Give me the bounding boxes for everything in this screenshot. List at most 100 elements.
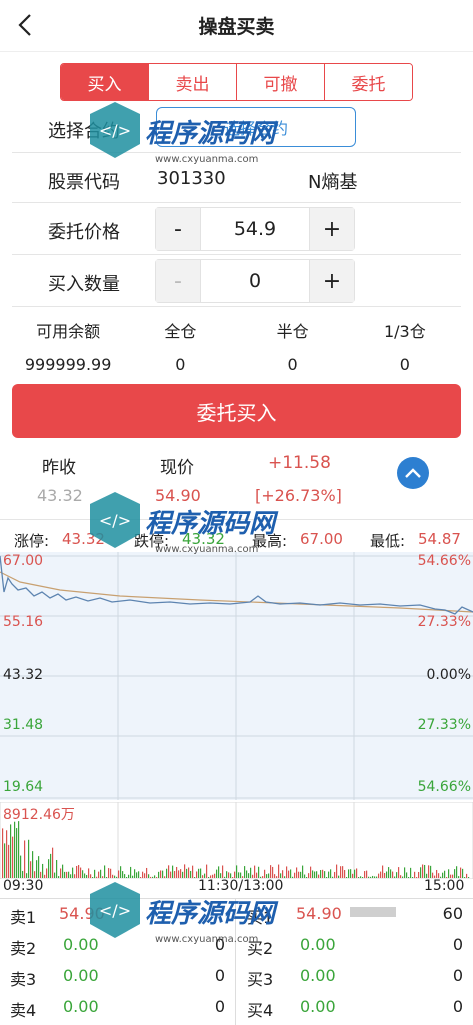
time-end: 15:00	[424, 878, 465, 894]
order-book: 卖1 54.90 卖2 0.00 0 卖3 0.00 0 卖4 0.00 0 买…	[0, 898, 473, 1025]
ask-qty: 0	[214, 935, 225, 954]
volume-bar	[282, 870, 284, 878]
volume-bar	[178, 870, 180, 878]
volume-bar	[336, 864, 338, 878]
submit-buy-button[interactable]: 委托买入	[12, 384, 461, 438]
quantity-input[interactable]: 0	[200, 260, 310, 302]
volume-bar	[436, 869, 438, 878]
third-position-value: 0	[399, 355, 410, 374]
volume-bar	[2, 828, 4, 878]
volume-bar	[200, 868, 202, 878]
volume-bar	[462, 868, 464, 878]
quantity-plus-button[interactable]: +	[310, 260, 354, 302]
price-plus-button[interactable]: +	[310, 208, 354, 250]
full-position-button[interactable]: 全仓	[124, 318, 236, 342]
prev-close-label: 昨收	[42, 458, 76, 478]
ask-price: 0.00	[63, 966, 99, 985]
volume-bar	[330, 869, 332, 878]
stock-code-row: 股票代码 301330 N熵基	[12, 153, 461, 203]
volume-bar	[62, 864, 64, 878]
pct-label-top: 54.66%	[417, 553, 471, 569]
prev-close-value: 43.32	[37, 486, 83, 505]
time-mid: 11:30/13:00	[198, 878, 284, 894]
volume-bar	[290, 869, 292, 878]
volume-max-label: 8912.46万	[3, 807, 75, 823]
volume-bar	[444, 870, 446, 878]
volume-bar	[104, 865, 106, 878]
intraday-chart[interactable]: 67.00 55.16 43.32 31.48 19.64 54.66% 27.…	[0, 552, 473, 800]
half-position-button[interactable]: 半仓	[237, 318, 349, 342]
available-balance-value: 999999.99	[24, 355, 112, 374]
volume-bar	[186, 868, 188, 878]
volume-bar	[28, 839, 30, 878]
volume-bar	[30, 861, 32, 878]
change-value: +11.58	[268, 453, 331, 473]
back-arrow-icon[interactable]	[12, 10, 40, 40]
volume-bar	[302, 865, 304, 878]
ask-price: 0.00	[63, 997, 99, 1016]
tab-orders[interactable]: 委托	[324, 64, 412, 100]
volume-bar	[130, 866, 132, 878]
high-value: 67.00	[300, 530, 343, 548]
pct-label-bottom: 54.66%	[417, 779, 471, 795]
volume-bar	[80, 867, 82, 878]
y-label-upper: 55.16	[3, 614, 44, 630]
price-minus-button[interactable]: -	[156, 208, 200, 250]
volume-bar	[404, 867, 406, 878]
select-contract-button[interactable]: 选择合约	[156, 107, 356, 147]
full-position-value: 0	[175, 355, 186, 374]
volume-bar	[72, 867, 74, 878]
pct-label-lower: 27.33%	[417, 717, 471, 733]
volume-bar	[246, 870, 248, 878]
volume-bar	[310, 866, 312, 878]
volume-bar	[160, 870, 162, 878]
stock-code-label: 股票代码	[48, 172, 120, 193]
bid-label: 买4	[247, 1001, 274, 1020]
page-title: 操盘买卖	[198, 16, 275, 38]
volume-bar	[50, 853, 52, 878]
volume-bar	[270, 865, 272, 878]
volume-bar	[168, 865, 170, 878]
ask-label: 卖1	[10, 908, 37, 927]
volume-bar	[222, 865, 224, 878]
volume-bar	[454, 869, 456, 878]
price-input[interactable]: 54.9	[200, 208, 310, 250]
volume-bar	[176, 866, 178, 878]
y-label-top: 67.00	[3, 553, 44, 569]
volume-bar	[88, 868, 90, 878]
header-bar: 操盘买卖	[0, 0, 473, 52]
tab-cancelable[interactable]: 可撤	[236, 64, 324, 100]
volume-bar	[258, 866, 260, 878]
bid-label: 买1	[247, 908, 274, 927]
volume-bar	[296, 867, 298, 878]
volume-bar	[288, 870, 290, 878]
volume-bar	[20, 855, 22, 878]
bid-price: 54.90	[296, 904, 342, 923]
bid-price: 0.00	[300, 997, 336, 1016]
collapse-toggle-button[interactable]	[397, 457, 429, 489]
volume-bar	[82, 870, 84, 878]
volume-bar	[272, 866, 274, 878]
volume-bar	[78, 865, 80, 878]
pct-label-mid: 0.00%	[426, 667, 471, 683]
volume-bar	[10, 824, 12, 878]
volume-bar	[192, 865, 194, 878]
third-position-button[interactable]: 1/3仓	[349, 318, 461, 342]
ask-label: 卖3	[10, 970, 37, 989]
volume-bar	[218, 866, 220, 878]
volume-bar	[48, 859, 50, 878]
price-label: 委托价格	[48, 222, 120, 243]
limit-down-value: 43.32	[182, 530, 225, 548]
price-stepper: - 54.9 +	[155, 207, 355, 251]
volume-bar	[324, 871, 326, 878]
volume-bar	[190, 870, 192, 878]
y-label-lower: 31.48	[3, 717, 44, 733]
tab-sell[interactable]: 卖出	[148, 64, 236, 100]
tab-buy[interactable]: 买入	[61, 64, 148, 100]
volume-bar	[138, 871, 140, 878]
ask-price: 0.00	[63, 935, 99, 954]
quantity-minus-button[interactable]: -	[156, 260, 200, 302]
volume-bar	[180, 869, 182, 878]
volume-bar	[46, 868, 48, 878]
volume-bar	[226, 871, 228, 878]
